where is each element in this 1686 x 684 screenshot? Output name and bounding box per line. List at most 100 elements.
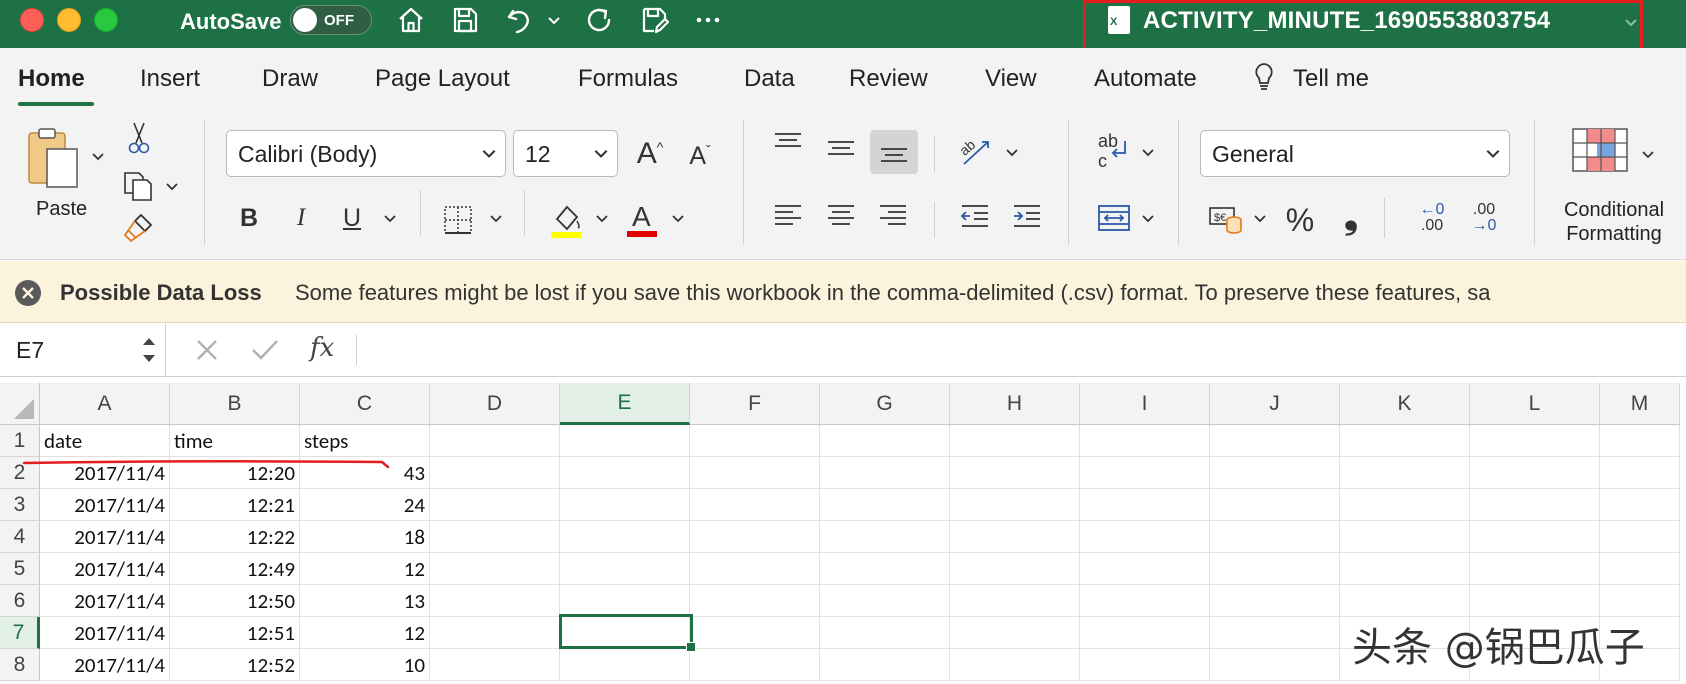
cell-d4[interactable] xyxy=(430,521,560,553)
cell-l1[interactable] xyxy=(1470,425,1600,457)
cell-d3[interactable] xyxy=(430,489,560,521)
cell-d6[interactable] xyxy=(430,585,560,617)
tab-formulas[interactable]: Formulas xyxy=(578,65,678,93)
column-header-a[interactable]: A xyxy=(40,383,170,425)
name-box-stepper-icon[interactable] xyxy=(140,333,158,367)
cell-b6[interactable]: 12:50 xyxy=(170,585,300,617)
undo-icon[interactable] xyxy=(502,2,538,38)
cell-b8[interactable]: 12:52 xyxy=(170,649,300,681)
cell-a6[interactable]: 2017/11/4 xyxy=(40,585,170,617)
cell-b3[interactable]: 12:21 xyxy=(170,489,300,521)
tab-view[interactable]: View xyxy=(985,65,1037,93)
close-circle-icon[interactable] xyxy=(14,279,42,307)
cell-k3[interactable] xyxy=(1340,489,1470,521)
tab-tell-me[interactable]: Tell me xyxy=(1293,65,1369,93)
accounting-dropdown-icon[interactable] xyxy=(1250,208,1270,228)
copy-dropdown-icon[interactable] xyxy=(162,176,182,196)
cell-c5[interactable]: 12 xyxy=(300,553,430,585)
row-header-7[interactable]: 7 xyxy=(0,617,40,649)
row-header-4[interactable]: 4 xyxy=(0,521,40,553)
cell-h3[interactable] xyxy=(950,489,1080,521)
cell-g4[interactable] xyxy=(820,521,950,553)
wrap-text-icon[interactable]: ab c xyxy=(1094,130,1134,172)
cell-h5[interactable] xyxy=(950,553,1080,585)
cell-g1[interactable] xyxy=(820,425,950,457)
align-left-icon[interactable] xyxy=(771,198,805,234)
cell-g8[interactable] xyxy=(820,649,950,681)
paste-icon[interactable] xyxy=(26,126,84,192)
cell-e5[interactable] xyxy=(560,553,690,585)
select-all-corner[interactable] xyxy=(0,383,40,425)
cell-k5[interactable] xyxy=(1340,553,1470,585)
cell-g2[interactable] xyxy=(820,457,950,489)
cell-i3[interactable] xyxy=(1080,489,1210,521)
zoom-window-button[interactable] xyxy=(94,8,118,32)
cell-l5[interactable] xyxy=(1470,553,1600,585)
cell-c4[interactable]: 18 xyxy=(300,521,430,553)
cell-f6[interactable] xyxy=(690,585,820,617)
cell-e2[interactable] xyxy=(560,457,690,489)
cell-m3[interactable] xyxy=(1600,489,1680,521)
increase-font-size-icon[interactable]: A ^ xyxy=(630,134,670,174)
cell-a3[interactable]: 2017/11/4 xyxy=(40,489,170,521)
cell-j2[interactable] xyxy=(1210,457,1340,489)
increase-indent-icon[interactable] xyxy=(1010,198,1044,234)
redo-icon[interactable] xyxy=(581,2,617,38)
cell-e8[interactable] xyxy=(560,649,690,681)
cell-k2[interactable] xyxy=(1340,457,1470,489)
cell-m6[interactable] xyxy=(1600,585,1680,617)
cell-i4[interactable] xyxy=(1080,521,1210,553)
cell-i5[interactable] xyxy=(1080,553,1210,585)
save-as-icon[interactable] xyxy=(636,2,672,38)
cell-k6[interactable] xyxy=(1340,585,1470,617)
column-header-k[interactable]: K xyxy=(1340,383,1470,425)
decrease-indent-icon[interactable] xyxy=(958,198,992,234)
cell-j3[interactable] xyxy=(1210,489,1340,521)
align-middle-icon[interactable] xyxy=(824,134,858,164)
font-name-combo[interactable]: Calibri (Body) xyxy=(226,130,506,177)
row-header-8[interactable]: 8 xyxy=(0,649,40,681)
cell-i6[interactable] xyxy=(1080,585,1210,617)
cell-i2[interactable] xyxy=(1080,457,1210,489)
cell-m5[interactable] xyxy=(1600,553,1680,585)
decrease-font-size-icon[interactable]: Aˇ xyxy=(682,138,718,174)
column-header-f[interactable]: F xyxy=(690,383,820,425)
cell-g5[interactable] xyxy=(820,553,950,585)
cell-f3[interactable] xyxy=(690,489,820,521)
tab-home[interactable]: Home xyxy=(18,65,85,93)
cell-a8[interactable]: 2017/11/4 xyxy=(40,649,170,681)
cell-c3[interactable]: 24 xyxy=(300,489,430,521)
underline-button[interactable]: U xyxy=(335,200,369,236)
borders-dropdown-icon[interactable] xyxy=(486,208,506,228)
column-header-d[interactable]: D xyxy=(430,383,560,425)
cell-m2[interactable] xyxy=(1600,457,1680,489)
column-header-h[interactable]: H xyxy=(950,383,1080,425)
font-color-dropdown-icon[interactable] xyxy=(668,208,688,228)
conditional-formatting-icon[interactable] xyxy=(1570,126,1630,174)
row-header-3[interactable]: 3 xyxy=(0,489,40,521)
minimize-window-button[interactable] xyxy=(57,8,81,32)
cell-d7[interactable] xyxy=(430,617,560,649)
cell-i1[interactable] xyxy=(1080,425,1210,457)
tab-review[interactable]: Review xyxy=(849,65,928,93)
tab-data[interactable]: Data xyxy=(744,65,795,93)
column-header-j[interactable]: J xyxy=(1210,383,1340,425)
cell-h4[interactable] xyxy=(950,521,1080,553)
cell-f7[interactable] xyxy=(690,617,820,649)
cell-b1[interactable]: time xyxy=(170,425,300,457)
cell-f1[interactable] xyxy=(690,425,820,457)
autosave-toggle[interactable]: OFF xyxy=(290,5,372,35)
align-top-icon[interactable] xyxy=(771,128,805,158)
fill-color-icon[interactable] xyxy=(548,200,584,240)
merge-center-icon[interactable] xyxy=(1094,198,1134,238)
cell-a5[interactable]: 2017/11/4 xyxy=(40,553,170,585)
name-box[interactable]: E7 xyxy=(0,323,166,377)
home-icon[interactable] xyxy=(393,2,429,38)
cell-d1[interactable] xyxy=(430,425,560,457)
row-header-1[interactable]: 1 xyxy=(0,425,40,457)
cell-h1[interactable] xyxy=(950,425,1080,457)
tab-draw[interactable]: Draw xyxy=(262,65,318,93)
cell-j5[interactable] xyxy=(1210,553,1340,585)
cancel-icon[interactable] xyxy=(190,333,224,367)
cell-c8[interactable]: 10 xyxy=(300,649,430,681)
